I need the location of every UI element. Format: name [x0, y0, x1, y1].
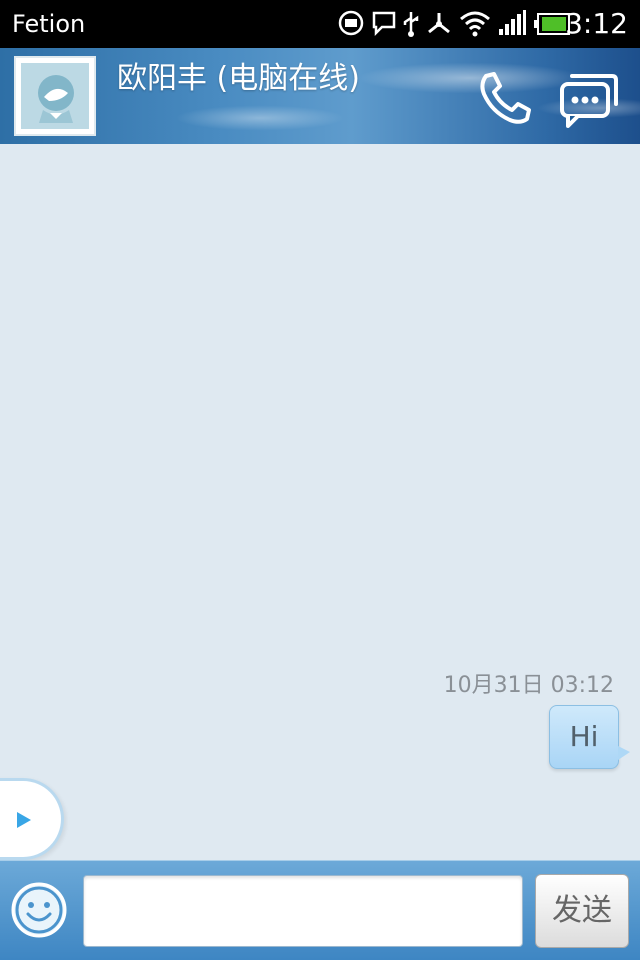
status-time: 3:12: [565, 7, 628, 40]
status-app-name: Fetion: [12, 10, 86, 38]
chat-list-button[interactable]: [558, 70, 620, 130]
input-bar: 发送: [0, 860, 640, 960]
message-timestamp: 10月31日 03:12: [443, 673, 614, 698]
status-bar: Fetion 3:12: [0, 0, 640, 48]
call-button[interactable]: [472, 68, 534, 128]
app-notification-icon: [338, 10, 364, 40]
chat-header: 欧阳丰 (电脑在线): [0, 48, 640, 144]
debug-icon: [425, 10, 453, 40]
message-bubble-outgoing[interactable]: Hi: [549, 705, 630, 769]
contact-name: 欧阳丰 (电脑在线): [117, 61, 360, 96]
send-button[interactable]: 发送: [535, 874, 629, 948]
smiley-icon: [11, 882, 67, 938]
message-text: Hi: [569, 720, 599, 753]
emoji-button[interactable]: [10, 881, 68, 939]
expand-panel-button[interactable]: [0, 778, 64, 860]
usb-icon: [400, 10, 422, 42]
chat-notification-icon: [371, 10, 397, 40]
avatar[interactable]: [14, 56, 96, 136]
message-input[interactable]: [83, 875, 523, 947]
avatar-default-icon: [21, 63, 89, 129]
play-arrow-icon: [17, 812, 31, 828]
phone-icon: [480, 72, 531, 124]
wifi-icon: [459, 10, 491, 42]
signal-icon: [498, 10, 526, 40]
chat-bubbles-icon: [560, 74, 618, 128]
conversation-area[interactable]: 10月31日 03:12 Hi: [0, 144, 640, 860]
